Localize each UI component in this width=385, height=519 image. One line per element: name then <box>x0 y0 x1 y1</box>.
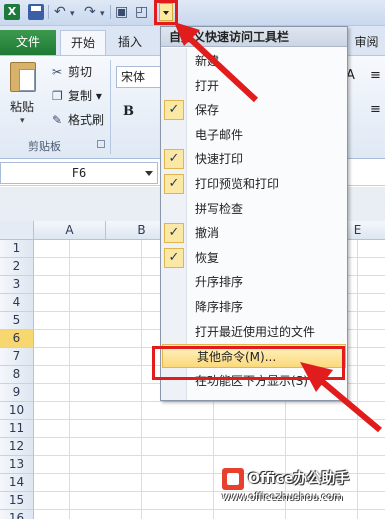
toolbar-separator <box>48 5 49 19</box>
column-header-a[interactable]: A <box>34 221 106 240</box>
menu-item-label: 撤消 <box>195 226 220 240</box>
checkmark-icon: ✓ <box>164 100 184 120</box>
clipboard-dialog-launcher-icon[interactable] <box>97 140 105 148</box>
customize-qat-menu: 自定义快速访问工具栏 新建打开 ✓ 保存电子邮件 ✓ 快速打印 ✓ 打印预览和打印 拼写检查 ✓… <box>160 26 348 401</box>
office-logo-icon <box>222 468 244 490</box>
copy-icon: ❐ <box>52 89 63 103</box>
row-header-14[interactable]: 14 <box>0 474 34 492</box>
row-header-9[interactable]: 9 <box>0 384 34 402</box>
row-header-16[interactable]: 16 <box>0 510 34 519</box>
copy-dropdown-icon[interactable]: ▾ <box>96 89 102 103</box>
font-name-select[interactable]: 宋体 <box>116 66 166 88</box>
row-header-6[interactable]: 6 <box>0 330 34 348</box>
menu-item-label: 打印预览和打印 <box>195 177 280 191</box>
save-icon[interactable] <box>28 4 44 20</box>
row-header-10[interactable]: 10 <box>0 402 34 420</box>
row-header-8[interactable]: 8 <box>0 366 34 384</box>
menu-item-label: 恢复 <box>195 251 220 265</box>
undo-icon[interactable]: ↶ <box>54 3 66 21</box>
tab-file[interactable]: 文件 <box>0 30 56 55</box>
menu-item-2[interactable]: ✓ 保存 <box>161 98 347 122</box>
undo-dropdown-icon[interactable]: ▾ <box>70 5 75 23</box>
row-header-4[interactable]: 4 <box>0 294 34 312</box>
format-painter-button[interactable]: ✎ 格式刷 <box>52 110 104 130</box>
toolbar-separator <box>110 5 111 19</box>
menu-item-0[interactable]: 新建 <box>161 49 347 73</box>
row-header-5[interactable]: 5 <box>0 312 34 330</box>
row-header-13[interactable]: 13 <box>0 456 34 474</box>
cut-label: 剪切 <box>68 65 93 79</box>
redo-icon[interactable]: ↷ <box>84 3 96 21</box>
format-painter-label: 格式刷 <box>68 113 105 127</box>
tab-insert[interactable]: 插入 <box>110 30 150 55</box>
checkmark-icon: ✓ <box>164 248 184 268</box>
menu-item-label: 打开 <box>195 79 220 93</box>
copy-button[interactable]: ❐ 复制 ▾ <box>52 86 102 106</box>
group-separator <box>110 60 111 154</box>
cut-button[interactable]: ✂ 剪切 <box>52 62 92 82</box>
quick-access-toolbar: X ↶ ▾ ↷ ▾ ▣ ◰ <box>0 0 385 26</box>
watermark-url: www.officezhushou.com <box>222 492 343 503</box>
row-header-1[interactable]: 1 <box>0 240 34 258</box>
menu-item-label: 电子邮件 <box>195 128 244 142</box>
row-header-2[interactable]: 2 <box>0 258 34 276</box>
menu-item-9[interactable]: 升序排序 <box>161 270 347 294</box>
watermark-title: Office办公助手 <box>248 471 350 487</box>
annotation-highlight-box-more-commands <box>152 346 345 380</box>
align-center-icon[interactable]: ≡ <box>370 102 381 117</box>
menu-item-11[interactable]: 打开最近使用过的文件 <box>161 320 347 344</box>
checkmark-icon: ✓ <box>164 174 184 194</box>
paste-button-label[interactable]: 粘贴 <box>10 98 34 115</box>
menu-item-3[interactable]: 电子邮件 <box>161 123 347 147</box>
excel-logo-icon[interactable]: X <box>4 4 20 20</box>
menu-title: 自定义快速访问工具栏 <box>161 27 347 47</box>
copy-label: 复制 <box>68 89 93 103</box>
menu-item-label: 拼写检查 <box>195 202 244 216</box>
watermark: Office办公助手 www.officezhushou.com <box>222 468 372 506</box>
menu-item-label: 降序排序 <box>195 300 244 314</box>
paste-icon[interactable] <box>10 62 36 92</box>
quick-print-icon[interactable]: ▣ <box>115 3 128 21</box>
row-header-7[interactable]: 7 <box>0 348 34 366</box>
row-header-15[interactable]: 15 <box>0 492 34 510</box>
name-box[interactable]: F6 <box>0 162 158 184</box>
annotation-highlight-box-top <box>154 0 178 25</box>
bold-button[interactable]: B <box>123 104 134 119</box>
align-icon[interactable]: ≡ <box>370 68 381 83</box>
menu-item-label: 快速打印 <box>195 152 244 166</box>
paste-dropdown-icon[interactable]: ▾ <box>20 116 25 126</box>
menu-item-5[interactable]: ✓ 打印预览和打印 <box>161 172 347 196</box>
select-all-corner[interactable] <box>0 221 34 240</box>
tab-home[interactable]: 开始 <box>60 30 106 55</box>
menu-item-6[interactable]: 拼写检查 <box>161 197 347 221</box>
brush-icon: ✎ <box>52 113 63 127</box>
menu-item-label: 升序排序 <box>195 275 244 289</box>
redo-dropdown-icon[interactable]: ▾ <box>100 5 105 23</box>
tab-review[interactable]: 审阅 <box>348 30 385 55</box>
menu-item-label: 打开最近使用过的文件 <box>195 325 316 339</box>
menu-item-7[interactable]: ✓ 撤消 <box>161 221 347 245</box>
menu-item-8[interactable]: ✓ 恢复 <box>161 246 347 270</box>
row-header-3[interactable]: 3 <box>0 276 34 294</box>
clipboard-group-label: 剪贴板 <box>28 140 61 153</box>
scissors-icon: ✂ <box>52 65 63 79</box>
row-header-11[interactable]: 11 <box>0 420 34 438</box>
print-preview-icon[interactable]: ◰ <box>135 3 148 21</box>
menu-item-label: 新建 <box>195 54 220 68</box>
name-box-dropdown-icon[interactable] <box>145 171 153 176</box>
checkmark-icon: ✓ <box>164 223 184 243</box>
checkmark-icon: ✓ <box>164 149 184 169</box>
menu-item-4[interactable]: ✓ 快速打印 <box>161 147 347 171</box>
menu-item-10[interactable]: 降序排序 <box>161 295 347 319</box>
menu-item-1[interactable]: 打开 <box>161 74 347 98</box>
row-header-12[interactable]: 12 <box>0 438 34 456</box>
menu-item-label: 保存 <box>195 103 220 117</box>
